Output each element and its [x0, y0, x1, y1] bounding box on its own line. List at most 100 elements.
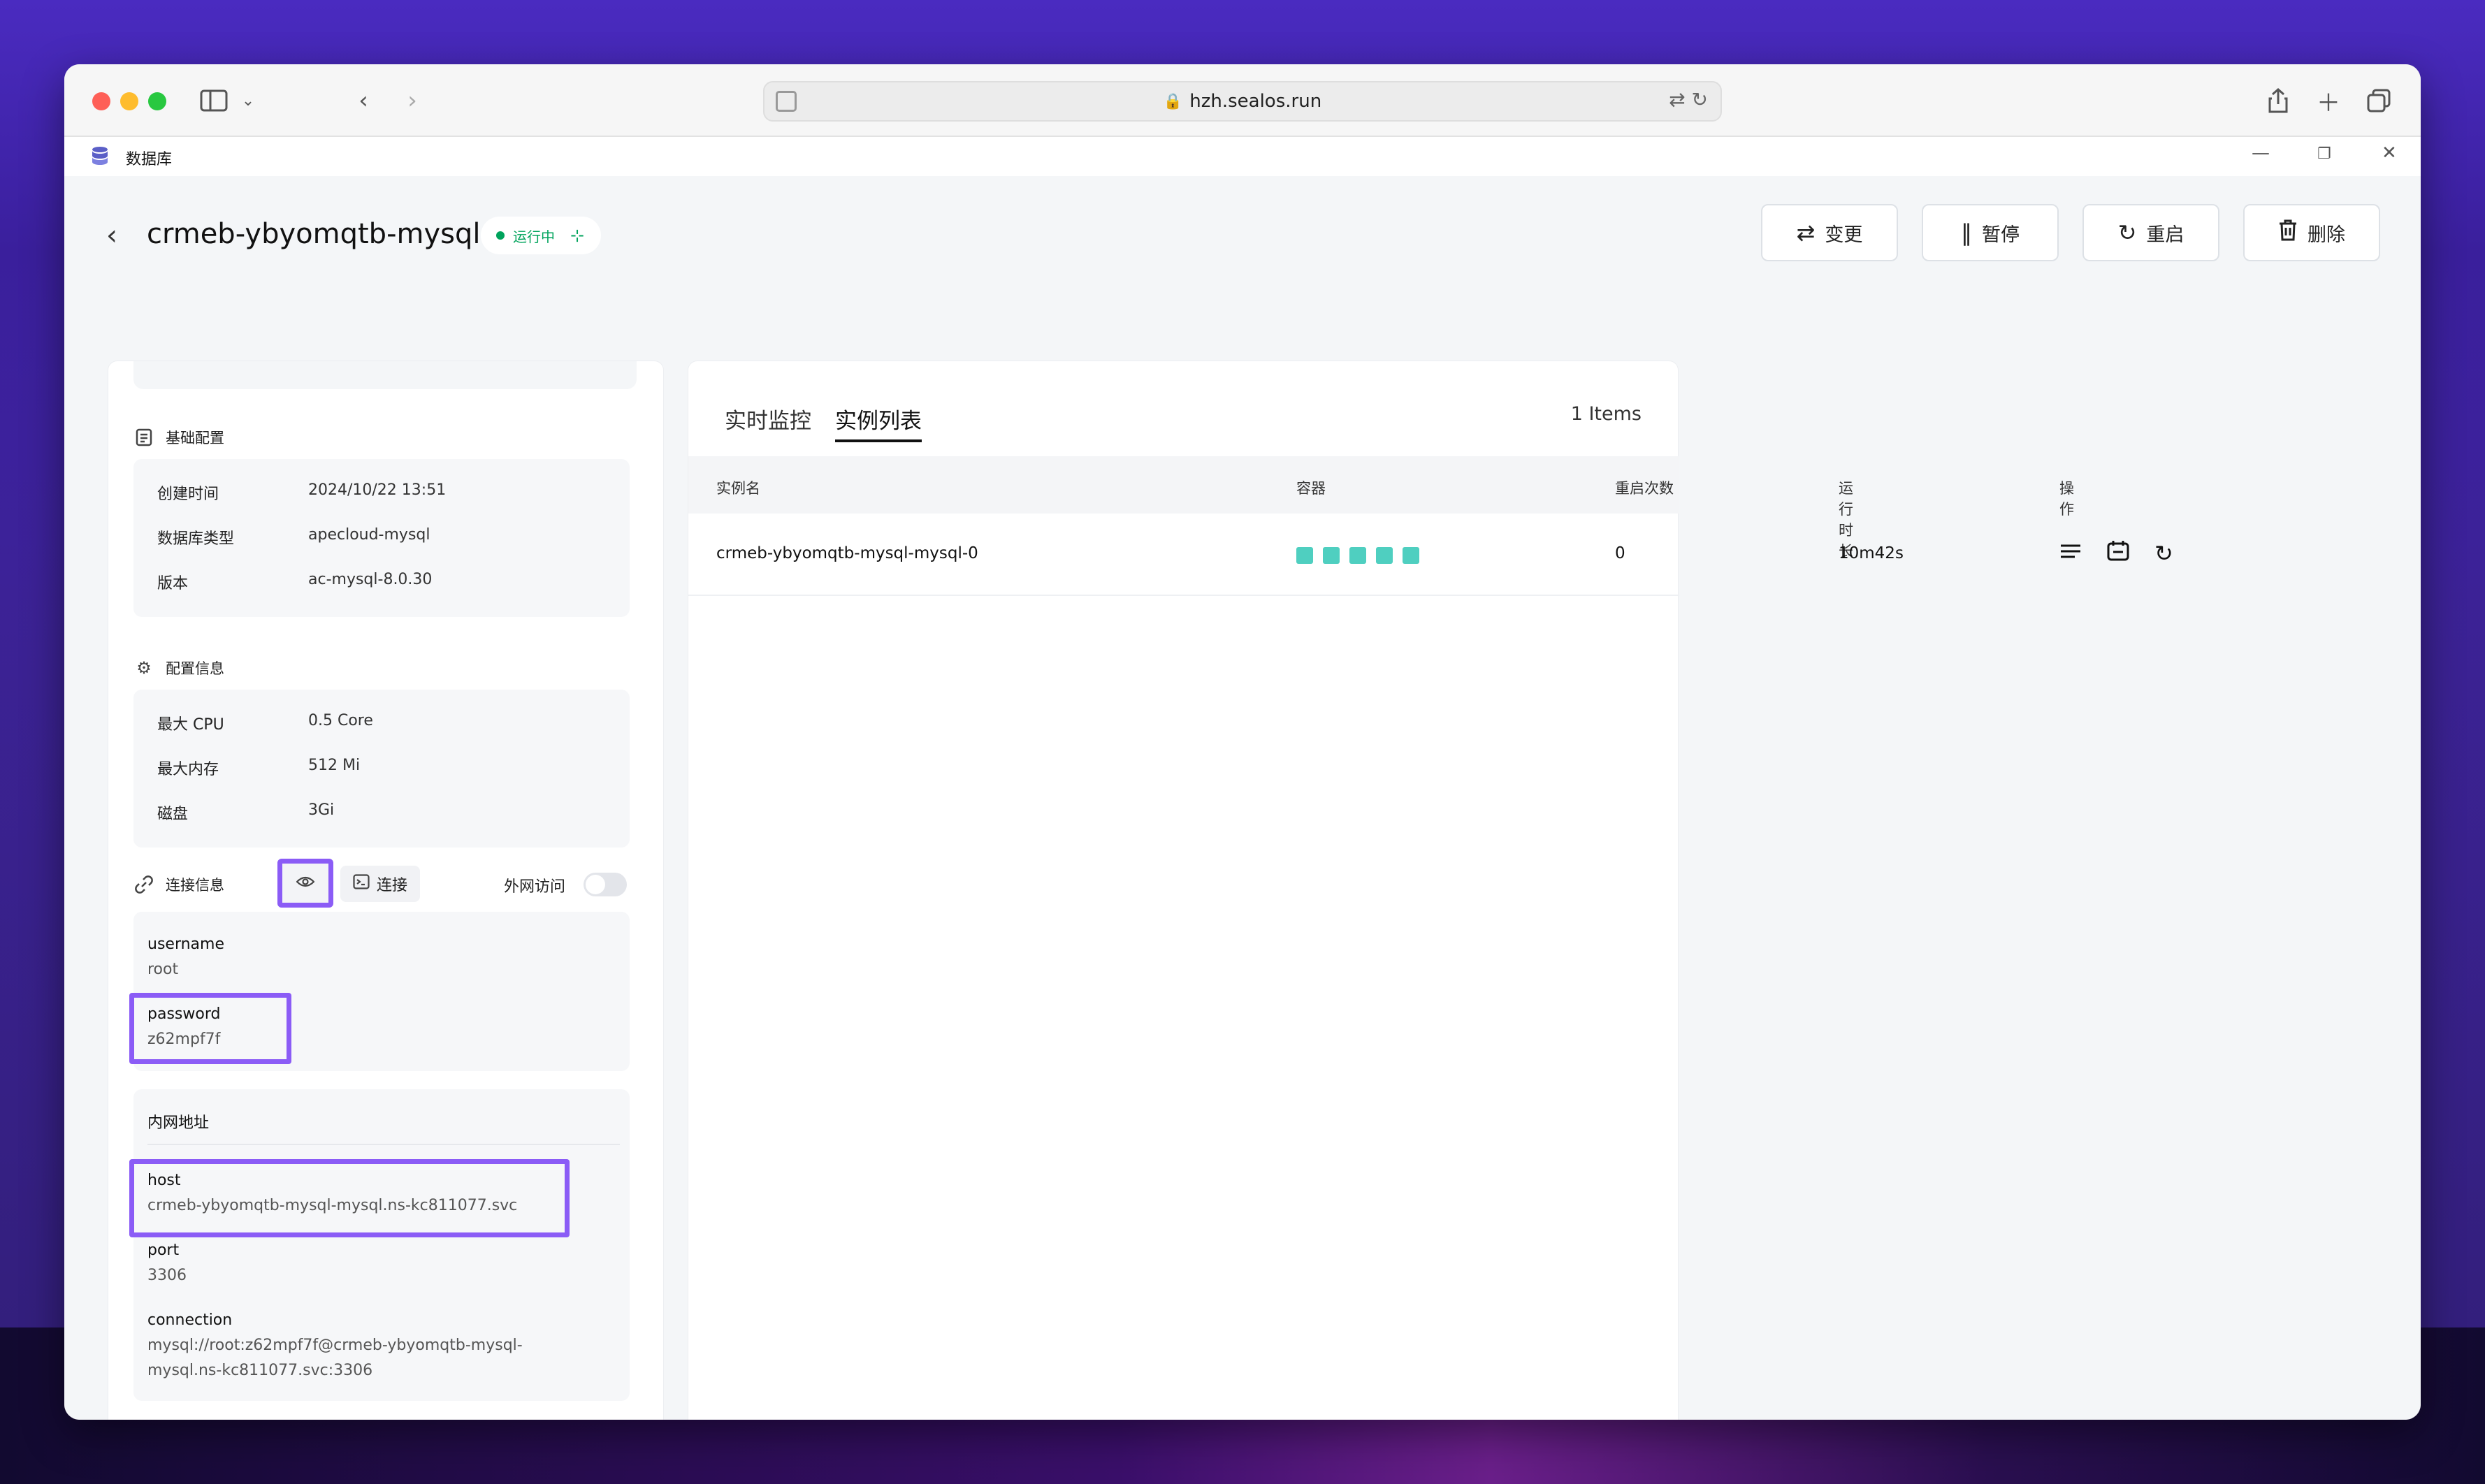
- trash-icon: [2278, 219, 2298, 247]
- restart-icon: ↻: [2117, 219, 2137, 246]
- created-time-value: 2024/10/22 13:51: [308, 481, 447, 499]
- container-status-icon: [1376, 547, 1393, 564]
- app-title-bar: 数据库 — ❐ ✕: [64, 137, 2421, 176]
- restart-label: 重启: [2146, 224, 2185, 246]
- config-info-box: 最大 CPU 0.5 Core 最大内存 512 Mi 磁盘 3Gi: [133, 690, 630, 848]
- gear-icon: ⚙: [136, 658, 152, 678]
- eye-icon: [296, 875, 315, 892]
- status-badge: 运行中 ⊹: [481, 217, 602, 254]
- change-button[interactable]: ⇄ 变更: [1761, 204, 1898, 261]
- close-icon[interactable]: ✕: [2382, 143, 2397, 163]
- database-name: crmeb-ybyomqtb-mysql: [147, 218, 481, 250]
- restart-count: 0: [1615, 544, 1625, 562]
- instance-name: crmeb-ybyomqtb-mysql-mysql-0: [716, 544, 978, 562]
- connect-label: 连接: [376, 877, 407, 894]
- username-value[interactable]: root: [147, 961, 178, 978]
- container-status-icon: [1403, 547, 1419, 564]
- col-instance-name: 实例名: [716, 480, 760, 497]
- basic-config-title: 基础配置: [135, 427, 224, 448]
- basic-config-box: 创建时间 2024/10/22 13:51 数据库类型 apecloud-mys…: [133, 459, 630, 617]
- pause-icon: ‖: [1961, 219, 1972, 246]
- pause-button[interactable]: ‖ 暂停: [1922, 204, 2059, 261]
- new-tab-icon[interactable]: ＋: [2314, 82, 2342, 119]
- instances-panel: 实时监控 实例列表 1 Items 实例名 容器 重启次数 运行时长 操作 cr…: [688, 361, 2173, 1420]
- zoom-window-button[interactable]: [148, 92, 166, 110]
- back-arrow-icon[interactable]: ‹: [351, 82, 376, 119]
- delete-button[interactable]: 删除: [2243, 204, 2380, 261]
- browser-toolbar: ⌄ ‹ › 🔒 hzh.sealos.run ⇄ ↻ ＋: [64, 64, 2421, 137]
- tab-overview-icon[interactable]: [2365, 82, 2393, 119]
- username-label: username: [147, 936, 224, 953]
- minimize-window-button[interactable]: [120, 92, 138, 110]
- db-type-label: 数据库类型: [157, 530, 235, 548]
- swap-icon: ⇄: [1796, 219, 1816, 246]
- divider: [147, 1144, 620, 1145]
- forward-arrow-icon[interactable]: ›: [400, 82, 425, 119]
- show-password-button[interactable]: [277, 859, 333, 908]
- port-label: port: [147, 1242, 180, 1259]
- events-calendar-icon[interactable]: [2107, 540, 2129, 567]
- cpu-value: 0.5 Core: [308, 712, 373, 729]
- page-menu-icon[interactable]: [776, 91, 797, 112]
- sparkle-icon: ⊹: [570, 226, 585, 245]
- internal-address-box: [133, 1089, 630, 1401]
- tab-realtime-monitor[interactable]: 实时监控: [725, 403, 811, 435]
- close-window-button[interactable]: [92, 92, 110, 110]
- container-status-icon: [1323, 547, 1340, 564]
- minimize-icon[interactable]: —: [2252, 143, 2270, 163]
- version-label: 版本: [157, 575, 189, 592]
- chevron-down-icon[interactable]: ⌄: [239, 82, 257, 119]
- external-access-label: 外网访问: [504, 878, 566, 896]
- logs-icon[interactable]: [2059, 540, 2082, 567]
- info-panel: 基础配置 创建时间 2024/10/22 13:51 数据库类型 apeclou…: [108, 361, 664, 1420]
- container-status-icon: [1349, 547, 1366, 564]
- active-tab-indicator: [835, 439, 922, 442]
- memory-label: 最大内存: [157, 761, 219, 778]
- container-status-icon: [1296, 547, 1313, 564]
- internal-address-title: 内网地址: [147, 1114, 210, 1132]
- link-icon: [135, 875, 153, 894]
- restore-icon[interactable]: ❐: [2317, 145, 2331, 163]
- password-highlight: [129, 993, 291, 1064]
- lock-icon: 🔒: [1163, 92, 1183, 110]
- delete-label: 删除: [2308, 224, 2345, 246]
- col-containers: 容器: [1296, 480, 1326, 497]
- share-icon[interactable]: [2264, 82, 2292, 119]
- version-value: ac-mysql-8.0.30: [308, 571, 433, 588]
- items-count: 1 Items: [1570, 403, 1642, 425]
- external-access-toggle[interactable]: [584, 873, 627, 896]
- host-highlight: [129, 1159, 570, 1237]
- document-icon: [135, 428, 153, 446]
- connection-string-line1[interactable]: mysql://root:z62mpf7f@crmeb-ybyomqtb-mys…: [147, 1337, 523, 1354]
- change-label: 变更: [1825, 224, 1863, 246]
- connection-label: connection: [147, 1311, 233, 1329]
- connect-button[interactable]: 连接: [340, 866, 420, 902]
- connection-info-label: 连接信息: [166, 877, 224, 894]
- sidebar-toggle-icon[interactable]: [198, 82, 229, 119]
- table-header: 实例名 容器 重启次数 运行时长 操作: [688, 456, 2074, 560]
- config-info-label: 配置信息: [166, 660, 224, 677]
- restart-button[interactable]: ↻ 重启: [2082, 204, 2219, 261]
- col-actions: 操作: [2059, 480, 2074, 518]
- translate-reload-icon[interactable]: ⇄ ↻: [1669, 88, 1708, 111]
- database-icon: [92, 147, 108, 165]
- connection-info-title: 连接信息: [135, 874, 224, 895]
- port-value[interactable]: 3306: [147, 1267, 187, 1284]
- memory-value: 512 Mi: [308, 757, 361, 774]
- connection-string-line2[interactable]: mysql.ns-kc811077.svc:3306: [147, 1362, 372, 1379]
- pause-label: 暂停: [1982, 224, 2020, 246]
- tab-instance-list[interactable]: 实例列表: [835, 403, 922, 435]
- disk-value: 3Gi: [308, 801, 335, 819]
- back-button[interactable]: ‹: [106, 219, 117, 252]
- table-row: crmeb-ybyomqtb-mysql-mysql-0 0 10m42s ↻: [688, 514, 2173, 596]
- col-restarts: 重启次数: [1615, 480, 1674, 497]
- status-dot-icon: [496, 231, 505, 240]
- address-bar[interactable]: 🔒 hzh.sealos.run ⇄ ↻: [763, 81, 1722, 122]
- db-type-value: apecloud-mysql: [308, 526, 430, 544]
- browser-window: ⌄ ‹ › 🔒 hzh.sealos.run ⇄ ↻ ＋ 数据库 — ❐ ✕ ‹: [64, 64, 2421, 1420]
- app-title: 数据库: [126, 151, 173, 168]
- scrolled-section-edge: [133, 361, 637, 389]
- cpu-label: 最大 CPU: [157, 716, 224, 734]
- restart-instance-icon[interactable]: ↻: [2154, 540, 2173, 567]
- status-text: 运行中: [513, 228, 555, 245]
